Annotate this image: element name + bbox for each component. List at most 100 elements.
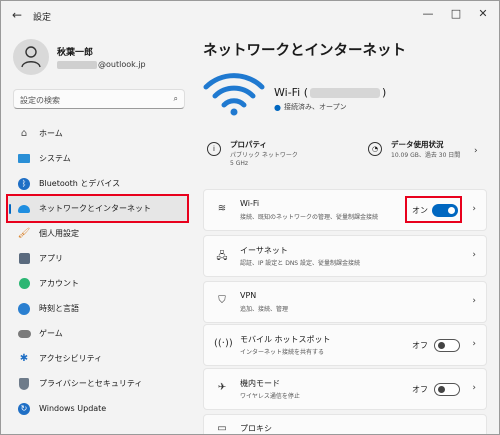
ethernet-card[interactable]: 🖧 イーサネット 認証、IP 設定と DNS 設定、従量制課金接続 › bbox=[203, 235, 487, 277]
sidebar-item-label: Windows Update bbox=[39, 404, 107, 413]
card-title: モバイル ホットスポット bbox=[240, 335, 331, 344]
sidebar-item-personalization[interactable]: 🖌 個人用設定 bbox=[7, 221, 189, 246]
proxy-icon: ▭ bbox=[217, 423, 227, 434]
chevron-right-icon: › bbox=[472, 250, 476, 260]
hotspot-card[interactable]: ((·)) モバイル ホットスポット インターネット接続を共有する オフ › bbox=[203, 324, 487, 366]
chevron-right-icon: › bbox=[472, 296, 476, 306]
search-icon: ⌕ bbox=[173, 94, 178, 103]
user-email-domain: @outlook.jp bbox=[98, 60, 146, 69]
back-button[interactable]: ← bbox=[12, 8, 22, 22]
bluetooth-icon: ᛒ bbox=[17, 177, 31, 191]
globe-icon: ● bbox=[274, 102, 281, 112]
card-subtitle: ワイヤレス通信を停止 bbox=[240, 393, 300, 400]
chevron-right-icon: › bbox=[472, 383, 476, 393]
card-subtitle: 認証、IP 設定と DNS 設定、従量制課金接続 bbox=[240, 260, 361, 267]
wifi-status: ● 接続済み、オープン bbox=[274, 102, 347, 112]
search-input[interactable]: 設定の検索 ⌕ bbox=[13, 89, 185, 109]
sidebar-item-label: アプリ bbox=[39, 254, 63, 263]
properties-network-type: パブリック ネットワーク bbox=[230, 152, 298, 159]
chevron-right-icon[interactable]: › bbox=[474, 146, 478, 156]
sidebar-item-label: プライバシーとセキュリティ bbox=[39, 379, 143, 388]
hotspot-toggle[interactable] bbox=[434, 339, 460, 352]
chevron-right-icon: › bbox=[472, 204, 476, 214]
minimize-button[interactable]: — bbox=[417, 5, 439, 23]
airplane-mode-card[interactable]: ✈ 機内モード ワイヤレス通信を停止 オフ › bbox=[203, 368, 487, 410]
card-title: VPN bbox=[240, 291, 257, 300]
redacted-email bbox=[57, 60, 97, 69]
avatar[interactable] bbox=[13, 39, 49, 75]
settings-window: ← 設定 — □ ✕ 秋葉一郎 @outlook.jp 設定の検索 ⌕ ⌂ ホー… bbox=[0, 0, 500, 435]
ethernet-icon: 🖧 bbox=[216, 251, 228, 262]
wifi-icon bbox=[203, 73, 265, 116]
properties-link[interactable]: i プロパティ パブリック ネットワーク 5 GHz bbox=[207, 139, 298, 168]
apps-icon bbox=[17, 252, 31, 266]
sidebar-item-label: ホーム bbox=[39, 129, 63, 138]
proxy-card[interactable]: ▭ プロキシ bbox=[203, 414, 487, 434]
update-icon: ↻ bbox=[17, 402, 31, 416]
window-title: 設定 bbox=[33, 13, 52, 23]
user-email: @outlook.jp bbox=[57, 60, 146, 69]
data-usage-title: データ使用状況 bbox=[391, 140, 444, 149]
hotspot-toggle-label: オフ bbox=[412, 341, 428, 350]
sidebar-item-apps[interactable]: アプリ bbox=[7, 246, 189, 271]
wifi-icon: ≋ bbox=[217, 203, 227, 214]
sidebar-item-label: Bluetooth とデバイス bbox=[39, 179, 121, 188]
hotspot-icon: ((·)) bbox=[214, 338, 233, 349]
sidebar-item-label: アクセシビリティ bbox=[39, 354, 103, 363]
redacted-ssid bbox=[310, 87, 381, 98]
wifi-network-name: Wi-Fi ( ) bbox=[274, 86, 386, 99]
account-icon bbox=[17, 277, 31, 291]
monitor-icon bbox=[17, 152, 31, 166]
sidebar-item-home[interactable]: ⌂ ホーム bbox=[7, 121, 189, 146]
sidebar-nav: ⌂ ホーム システム ᛒ Bluetooth とデバイス ネットワークとインター… bbox=[7, 121, 189, 421]
data-usage-detail: 10.09 GB、過去 30 日間 bbox=[391, 152, 461, 159]
shield-icon bbox=[17, 377, 31, 391]
sidebar-item-privacy[interactable]: プライバシーとセキュリティ bbox=[7, 371, 189, 396]
sidebar-item-label: システム bbox=[39, 154, 71, 163]
info-icon: i bbox=[207, 142, 221, 156]
card-subtitle: 追加、接続、管理 bbox=[240, 306, 289, 313]
data-usage-link[interactable]: ◔ データ使用状況 10.09 GB、過去 30 日間 bbox=[368, 139, 460, 160]
chevron-right-icon: › bbox=[472, 339, 476, 349]
sidebar-item-bluetooth[interactable]: ᛒ Bluetooth とデバイス bbox=[7, 171, 189, 196]
user-name: 秋葉一郎 bbox=[57, 48, 94, 58]
card-title: プロキシ bbox=[240, 424, 272, 433]
home-icon: ⌂ bbox=[20, 128, 28, 139]
card-title: 機内モード bbox=[240, 379, 280, 388]
sidebar-item-time-language[interactable]: 時刻と言語 bbox=[7, 296, 189, 321]
sidebar-item-system[interactable]: システム bbox=[7, 146, 189, 171]
user-icon bbox=[21, 46, 41, 68]
properties-title: プロパティ bbox=[230, 140, 268, 149]
wifi-status-text: 接続済み、オープン bbox=[283, 103, 347, 111]
sidebar-item-gaming[interactable]: ゲーム bbox=[7, 321, 189, 346]
sidebar-item-windows-update[interactable]: ↻ Windows Update bbox=[7, 396, 189, 421]
sidebar-item-accessibility[interactable]: ✱ アクセシビリティ bbox=[7, 346, 189, 371]
wifi-name-suffix: ) bbox=[382, 86, 387, 99]
search-placeholder: 設定の検索 bbox=[20, 96, 60, 105]
sidebar-item-label: ゲーム bbox=[39, 329, 63, 338]
properties-band: 5 GHz bbox=[230, 160, 249, 167]
airplane-icon: ✈ bbox=[217, 382, 227, 393]
card-title: イーサネット bbox=[240, 246, 288, 255]
card-subtitle: インターネット接続を共有する bbox=[240, 349, 325, 356]
maximize-button[interactable]: □ bbox=[445, 5, 467, 23]
data-usage-icon: ◔ bbox=[368, 142, 382, 156]
card-subtitle: 接続、既知のネットワークの管理、従量制課金接続 bbox=[240, 214, 379, 221]
vpn-card[interactable]: ⛉ VPN 追加、接続、管理 › bbox=[203, 281, 487, 323]
title-bar: ← 設定 — □ ✕ bbox=[1, 1, 499, 31]
accessibility-icon: ✱ bbox=[19, 353, 29, 364]
airplane-mode-toggle[interactable] bbox=[434, 383, 460, 396]
brush-icon: 🖌 bbox=[17, 228, 31, 239]
sidebar-item-label: アカウント bbox=[39, 279, 79, 288]
card-title: Wi-Fi bbox=[240, 199, 260, 208]
wifi-name-prefix: Wi-Fi ( bbox=[274, 86, 309, 99]
sidebar-item-label: 個人用設定 bbox=[39, 229, 79, 238]
airplane-toggle-label: オフ bbox=[412, 385, 428, 394]
close-button[interactable]: ✕ bbox=[472, 5, 494, 23]
highlight-box-wifi-toggle bbox=[405, 196, 462, 223]
globe-clock-icon bbox=[17, 302, 31, 316]
page-title: ネットワークとインターネット bbox=[203, 43, 406, 59]
shield-icon: ⛉ bbox=[218, 295, 226, 306]
sidebar-item-accounts[interactable]: アカウント bbox=[7, 271, 189, 296]
highlight-box-network bbox=[6, 194, 189, 223]
